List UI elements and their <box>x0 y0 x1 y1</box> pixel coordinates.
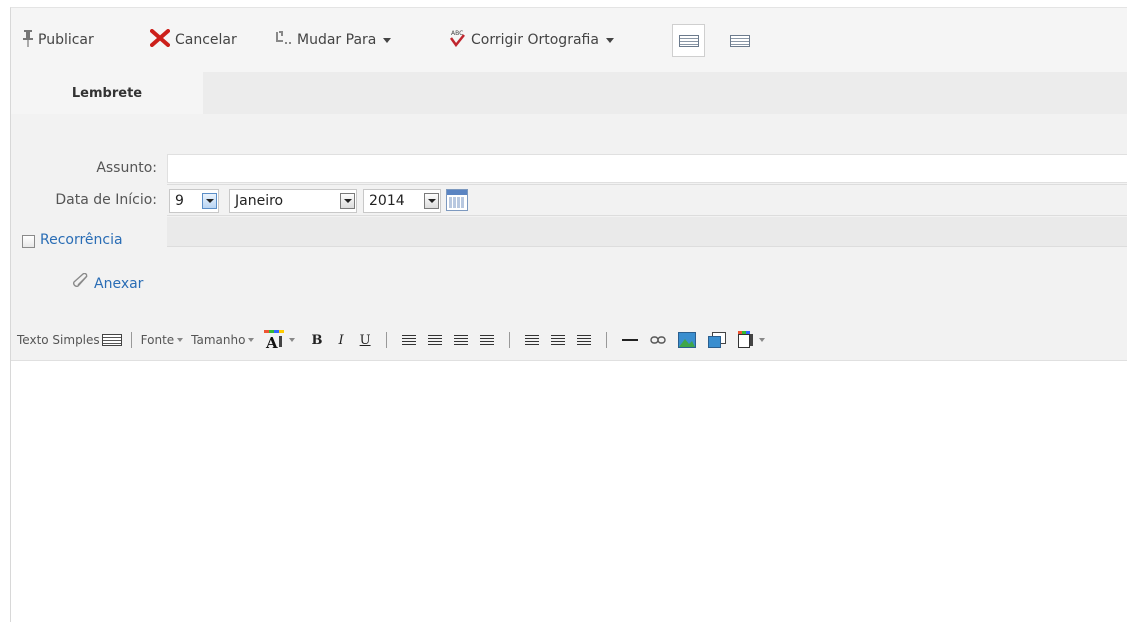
subject-label: Assunto: <box>96 160 157 176</box>
size-dropdown[interactable]: Tamanho <box>191 333 255 347</box>
background-color-button[interactable] <box>737 331 765 349</box>
keyboard-icon <box>101 334 122 346</box>
cancel-label: Cancelar <box>175 32 237 48</box>
align-center-icon <box>550 334 565 346</box>
tab-reminder-label: Lembrete <box>71 85 143 101</box>
align-left-button[interactable] <box>524 334 539 346</box>
close-icon <box>150 29 170 51</box>
font-label: Fonte <box>140 333 175 347</box>
link-button[interactable] <box>649 335 666 345</box>
move-icon <box>274 30 292 50</box>
dropdown-arrow-icon[interactable] <box>424 193 439 209</box>
chevron-down-icon <box>177 338 184 342</box>
text-color-icon: A <box>264 330 285 350</box>
align-right-icon <box>576 334 591 346</box>
view-layout-button-1[interactable] <box>672 24 705 57</box>
text-color-button[interactable]: A <box>264 330 296 350</box>
move-to-label: Mudar Para <box>297 32 377 48</box>
chevron-down-icon <box>758 338 765 342</box>
month-select[interactable]: Janeiro <box>229 189 357 213</box>
layout-icon <box>678 34 699 47</box>
message-body-editor[interactable] <box>11 360 1127 622</box>
horizontal-rule-button[interactable] <box>621 339 638 341</box>
separator <box>508 332 510 348</box>
underline-button[interactable]: U <box>360 333 371 348</box>
embed-icon <box>707 332 726 348</box>
bold-button[interactable]: B <box>311 333 322 348</box>
calendar-icon[interactable] <box>446 189 468 211</box>
image-icon <box>677 332 696 348</box>
plain-text-label: Texto Simples <box>17 333 100 347</box>
chevron-down-icon <box>289 338 296 342</box>
bullet-list-button[interactable] <box>427 334 442 346</box>
align-right-button[interactable] <box>576 334 591 346</box>
dropdown-arrow-icon[interactable] <box>202 193 217 209</box>
day-value: 9 <box>175 193 184 209</box>
separator <box>130 332 132 348</box>
start-date-row: 9 Janeiro 2014 <box>167 184 1127 216</box>
spell-check-label: Corrigir Ortografia <box>471 32 599 48</box>
subject-input[interactable] <box>167 154 1127 183</box>
year-value: 2014 <box>369 193 405 209</box>
dropdown-arrow-icon[interactable] <box>340 193 355 209</box>
background-color-icon <box>737 331 753 348</box>
separator <box>385 332 387 348</box>
separator <box>605 332 607 348</box>
tab-reminder[interactable]: Lembrete <box>11 72 203 114</box>
chevron-down-icon <box>248 338 255 342</box>
insert-image-button[interactable] <box>677 332 696 348</box>
svg-text:A: A <box>265 334 278 350</box>
reminder-window: Publicar Cancelar Mudar Para ABC Corrigi… <box>10 7 1127 622</box>
align-center-button[interactable] <box>550 334 565 346</box>
link-icon <box>649 336 666 344</box>
recurrence-row <box>167 217 1127 247</box>
spellcheck-icon: ABC <box>448 29 466 51</box>
numbered-list-button[interactable] <box>401 334 416 346</box>
horizontal-rule-icon <box>621 339 638 341</box>
recurrence-checkbox[interactable] <box>22 235 35 248</box>
indent-icon <box>453 334 468 346</box>
editor-toolbar: Texto Simples Fonte Tamanho A B I U <box>11 320 1127 360</box>
italic-button[interactable]: I <box>338 333 343 348</box>
outdent-icon <box>479 334 494 346</box>
layout-icon <box>729 34 750 47</box>
recurrence-label[interactable]: Recorrência <box>40 232 123 248</box>
outdent-button[interactable] <box>479 334 494 346</box>
align-left-icon <box>524 334 539 346</box>
embed-button[interactable] <box>707 332 726 348</box>
svg-text:ABC: ABC <box>451 30 463 37</box>
attach-link[interactable]: Anexar <box>71 272 144 295</box>
bullet-list-icon <box>427 334 442 346</box>
start-date-label: Data de Início: <box>55 192 157 208</box>
year-select[interactable]: 2014 <box>363 189 441 213</box>
numbered-list-icon <box>401 334 416 346</box>
size-label: Tamanho <box>191 333 246 347</box>
tab-bar: Lembrete <box>11 72 1127 114</box>
font-dropdown[interactable]: Fonte <box>141 333 184 347</box>
chevron-down-icon <box>605 37 614 43</box>
plain-text-button[interactable]: Texto Simples <box>17 333 122 347</box>
cancel-button[interactable]: Cancelar <box>150 8 237 72</box>
publish-button[interactable]: Publicar <box>23 8 94 72</box>
pin-icon <box>23 29 33 51</box>
month-value: Janeiro <box>235 193 284 209</box>
move-to-button[interactable]: Mudar Para <box>274 8 392 72</box>
spell-check-button[interactable]: ABC Corrigir Ortografia <box>448 8 614 72</box>
day-select[interactable]: 9 <box>169 189 219 213</box>
attach-label: Anexar <box>94 276 144 292</box>
publish-label: Publicar <box>38 32 94 48</box>
view-layout-button-2[interactable] <box>723 24 756 57</box>
chevron-down-icon <box>383 37 392 43</box>
paperclip-icon <box>71 272 93 295</box>
main-toolbar: Publicar Cancelar Mudar Para ABC Corrigi… <box>11 8 1127 72</box>
indent-button[interactable] <box>453 334 468 346</box>
reminder-form: Assunto: Data de Início: 9 Janeiro 2014 … <box>11 114 1127 354</box>
